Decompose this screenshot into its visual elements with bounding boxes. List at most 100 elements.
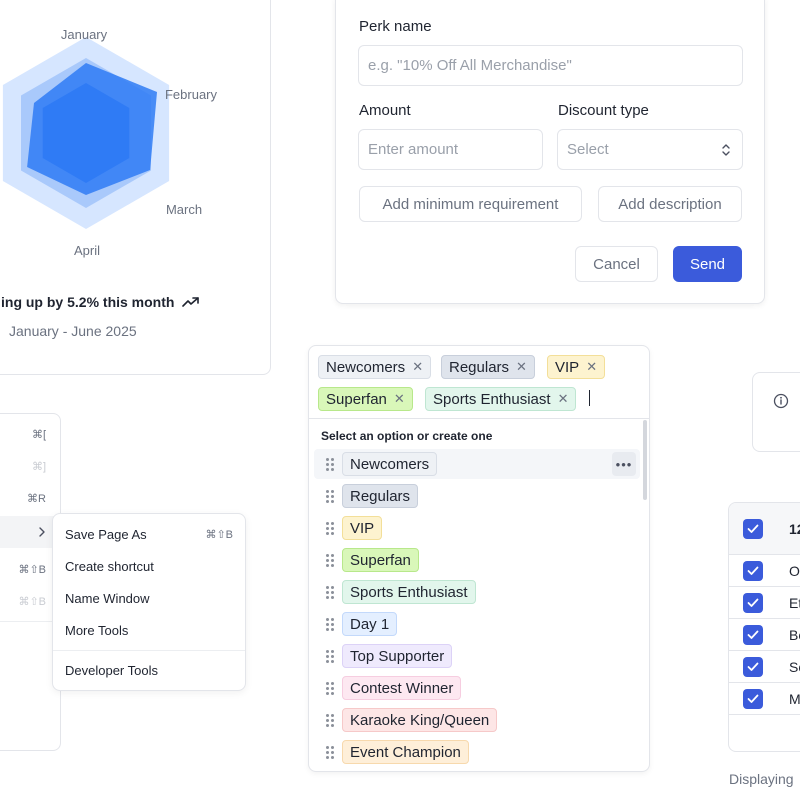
info-card bbox=[752, 372, 800, 452]
drag-handle-icon[interactable] bbox=[326, 650, 334, 663]
row-checkbox[interactable] bbox=[743, 625, 763, 645]
remove-tag-icon[interactable]: ✕ bbox=[412, 359, 423, 375]
tag-chip-label: Superfan bbox=[326, 390, 387, 408]
menu-item-shortcut[interactable]: ⌘⇧B bbox=[18, 563, 46, 576]
tag-option-row[interactable]: Top Supporter bbox=[314, 641, 640, 671]
table-row[interactable]: Be bbox=[729, 619, 800, 651]
tag-option-chip: Regulars bbox=[342, 484, 419, 508]
table-cell: Sc bbox=[789, 659, 800, 675]
table-row[interactable]: M bbox=[729, 683, 800, 715]
table-row[interactable]: Et bbox=[729, 587, 800, 619]
submenu-item-name-window[interactable]: Name Window bbox=[65, 591, 150, 606]
menu-item-shortcut[interactable]: ⌘R bbox=[27, 492, 46, 505]
tag-option-row[interactable]: Contest Winner bbox=[314, 673, 640, 703]
drag-handle-icon[interactable] bbox=[326, 682, 334, 695]
drag-handle-icon[interactable] bbox=[326, 554, 334, 567]
submenu-divider bbox=[53, 650, 245, 651]
drag-handle-icon[interactable] bbox=[326, 522, 334, 535]
tag-chip-label: VIP bbox=[555, 358, 580, 376]
drag-handle-icon[interactable] bbox=[326, 490, 334, 503]
perk-name-placeholder: e.g. "10% Off All Merchandise" bbox=[368, 57, 572, 74]
remove-tag-icon[interactable]: ✕ bbox=[394, 391, 405, 407]
add-description-button[interactable]: Add description bbox=[598, 186, 742, 222]
tag-chip-label: Sports Enthusiast bbox=[433, 390, 551, 408]
table-header-cell: 12 bbox=[789, 521, 800, 537]
drag-handle-icon[interactable] bbox=[326, 618, 334, 631]
radar-axis-label: January bbox=[61, 27, 108, 42]
tag-option-row[interactable]: Regulars bbox=[314, 481, 640, 511]
row-checkbox[interactable] bbox=[743, 561, 763, 581]
scrollbar-thumb[interactable] bbox=[643, 420, 647, 500]
radar-axis-label: April bbox=[74, 243, 100, 258]
drag-handle-icon[interactable] bbox=[326, 586, 334, 599]
row-checkbox[interactable] bbox=[743, 657, 763, 677]
amount-input[interactable]: Enter amount bbox=[358, 129, 543, 170]
tag-option-chip: VIP bbox=[342, 516, 383, 540]
tag-option-row[interactable]: Newcomers ••• bbox=[314, 449, 640, 479]
tag-option-chip: Contest Winner bbox=[342, 676, 462, 700]
table-row[interactable]: Sc bbox=[729, 651, 800, 683]
tag-option-chip: Karaoke King/Queen bbox=[342, 708, 498, 732]
selectable-table: 12 O Et Be Sc M bbox=[728, 502, 800, 752]
menu-item-more-tools-active[interactable] bbox=[0, 516, 60, 548]
selected-tag-chip[interactable]: VIP ✕ bbox=[547, 355, 606, 379]
tag-option-row[interactable]: Event Champion bbox=[314, 737, 640, 767]
selected-tag-chip[interactable]: Newcomers ✕ bbox=[318, 355, 432, 379]
selected-tag-chip[interactable]: Sports Enthusiast ✕ bbox=[425, 387, 577, 411]
discount-type-select[interactable]: Select bbox=[557, 129, 743, 170]
table-row[interactable]: O bbox=[729, 555, 800, 587]
more-options-icon[interactable]: ••• bbox=[612, 452, 636, 476]
tag-option-row[interactable]: Superfan bbox=[314, 545, 640, 575]
perk-form-card: Perk name e.g. "10% Off All Merchandise"… bbox=[335, 0, 765, 304]
more-tools-submenu: Save Page As ⌘⇧B Create shortcut Name Windo… bbox=[52, 513, 246, 691]
tag-option-row[interactable]: Karaoke King/Queen bbox=[314, 705, 640, 735]
radar-chart-card: January February March April ing up by 5.2%… bbox=[0, 0, 271, 375]
add-min-requirement-button[interactable]: Add minimum requirement bbox=[359, 186, 582, 222]
tag-option-row[interactable]: Sports Enthusiast bbox=[314, 577, 640, 607]
discount-type-value: Select bbox=[567, 141, 609, 158]
info-icon bbox=[773, 393, 789, 409]
discount-type-label: Discount type bbox=[558, 102, 649, 119]
submenu-item-developer-tools[interactable]: Developer Tools bbox=[65, 663, 158, 678]
chevron-right-icon bbox=[39, 527, 45, 537]
row-checkbox[interactable] bbox=[743, 593, 763, 613]
cancel-button[interactable]: Cancel bbox=[575, 246, 658, 282]
submenu-item-create-shortcut[interactable]: Create shortcut bbox=[65, 559, 154, 574]
tag-option-chip: Event Champion bbox=[342, 740, 469, 764]
table-footer-text: Displaying bbox=[729, 771, 794, 787]
tag-option-row[interactable]: Day 1 bbox=[314, 609, 640, 639]
send-button[interactable]: Send bbox=[673, 246, 742, 282]
remove-tag-icon[interactable]: ✕ bbox=[558, 391, 569, 407]
tag-option-chip: Top Supporter bbox=[342, 644, 453, 668]
tag-option-chip: Day 1 bbox=[342, 612, 398, 636]
select-all-checkbox[interactable] bbox=[743, 519, 763, 539]
row-checkbox[interactable] bbox=[743, 689, 763, 709]
table-cell: M bbox=[789, 691, 800, 707]
trending-up-icon bbox=[182, 297, 200, 307]
drag-handle-icon[interactable] bbox=[326, 458, 334, 471]
drag-handle-icon[interactable] bbox=[326, 714, 334, 727]
perk-name-input[interactable]: e.g. "10% Off All Merchandise" bbox=[358, 45, 743, 86]
chevron-up-down-icon bbox=[722, 144, 730, 156]
remove-tag-icon[interactable]: ✕ bbox=[586, 359, 597, 375]
menu-divider bbox=[0, 621, 60, 622]
menu-item-shortcut: ⌘] bbox=[31, 461, 46, 473]
table-header-row: 12 bbox=[729, 503, 800, 555]
table-cell: O bbox=[789, 563, 800, 579]
submenu-item-more-tools[interactable]: More Tools bbox=[65, 623, 128, 638]
remove-tag-icon[interactable]: ✕ bbox=[516, 359, 527, 375]
text-caret bbox=[589, 390, 590, 406]
submenu-shortcut: ⌘⇧B bbox=[205, 529, 233, 541]
selected-tag-chip[interactable]: Regulars ✕ bbox=[441, 355, 535, 379]
amount-label: Amount bbox=[359, 102, 411, 119]
tag-option-row[interactable]: VIP bbox=[314, 513, 640, 543]
menu-item-shortcut[interactable]: ⌘[ bbox=[32, 428, 46, 441]
radar-axis-label: February bbox=[165, 87, 218, 102]
tag-picker-hint: Select an option or create one bbox=[321, 429, 493, 443]
drag-handle-icon[interactable] bbox=[326, 746, 334, 759]
tag-option-chip: Sports Enthusiast bbox=[342, 580, 476, 604]
submenu-item-save-page-as[interactable]: Save Page As bbox=[65, 527, 147, 542]
date-range: January - June 2025 bbox=[9, 323, 137, 339]
selected-tag-chip[interactable]: Superfan ✕ bbox=[318, 387, 413, 411]
perk-name-label: Perk name bbox=[359, 18, 432, 35]
